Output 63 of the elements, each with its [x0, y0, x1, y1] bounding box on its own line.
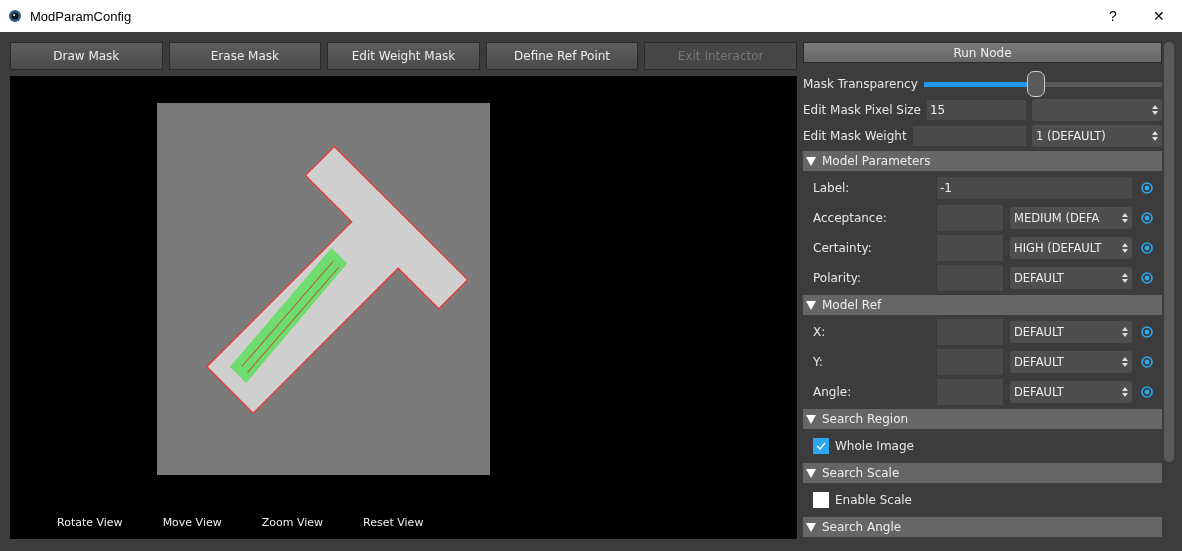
dropdown[interactable]: MEDIUM (DEFA: [1010, 207, 1132, 229]
param-label: Y:: [813, 355, 824, 369]
scrollbar-thumb[interactable]: [1164, 42, 1174, 462]
spin-arrows-icon: [1122, 213, 1128, 223]
run-node-button[interactable]: Run Node: [803, 42, 1162, 64]
window-title: ModParamConfig: [30, 8, 133, 24]
dropdown[interactable]: DEFAULT: [1010, 351, 1132, 373]
checkbox[interactable]: [813, 438, 829, 454]
section-header[interactable]: Search Angle: [803, 517, 1162, 537]
spin-arrows-icon: [1152, 131, 1158, 142]
view-button[interactable]: Rotate View: [57, 516, 123, 529]
input-field[interactable]: 15: [927, 100, 1026, 121]
target-icon[interactable]: [1141, 326, 1153, 338]
toolbar-button[interactable]: Define Ref Point: [485, 42, 639, 70]
toolbar-button[interactable]: Draw Mask: [10, 42, 163, 70]
slider-label: Mask Transparency: [803, 77, 918, 92]
section-title: Search Region: [822, 412, 909, 426]
spin-arrows-icon: [1122, 273, 1128, 283]
param-label: Angle:: [813, 385, 853, 399]
toolbar-button[interactable]: Edit Weight Mask: [327, 42, 480, 70]
slider-handle[interactable]: [1026, 71, 1045, 98]
spin-arrows-icon: [1122, 243, 1128, 253]
dropdown[interactable]: DEFAULT: [1010, 381, 1132, 403]
dropdown[interactable]: 1 (DEFAULT): [1032, 125, 1162, 148]
param-label: Acceptance:: [813, 211, 888, 225]
spin-arrows-icon: [1122, 387, 1128, 397]
section-title: Search Angle: [822, 520, 902, 534]
param-label: X:: [813, 325, 827, 339]
target-icon[interactable]: [1141, 182, 1153, 194]
checkbox-label: Enable Scale: [835, 493, 912, 507]
section-header[interactable]: Model Parameters: [803, 151, 1162, 171]
input-field[interactable]: -1: [937, 177, 1132, 199]
field-label: Edit Mask Pixel Size: [803, 103, 921, 118]
section-title: Search Scale: [822, 466, 900, 480]
dropdown[interactable]: DEFAULT: [1010, 267, 1132, 289]
target-icon[interactable]: [1141, 272, 1153, 284]
target-icon[interactable]: [1141, 242, 1153, 254]
view-button[interactable]: Move View: [162, 516, 222, 529]
target-icon[interactable]: [1141, 386, 1153, 398]
section-header[interactable]: Search Scale: [803, 463, 1162, 483]
section-header[interactable]: Search Region: [803, 409, 1162, 429]
app-eye-icon: [8, 9, 22, 23]
view-button[interactable]: Reset View: [363, 516, 424, 529]
section-title: Model Ref: [822, 298, 882, 312]
checkmark-icon: [816, 442, 826, 450]
spin-arrows-icon: [1122, 357, 1128, 367]
toolbar-button[interactable]: Erase Mask: [168, 42, 322, 70]
param-label: Label:: [813, 181, 851, 195]
checkbox[interactable]: [813, 492, 829, 508]
target-icon[interactable]: [1141, 212, 1153, 224]
section-header[interactable]: Model Ref: [803, 295, 1162, 315]
spin-arrows-icon: [1152, 105, 1158, 116]
param-label: Certainty:: [813, 241, 873, 255]
target-icon[interactable]: [1141, 356, 1153, 368]
section-title: Model Parameters: [822, 154, 931, 168]
checkbox-label: Whole Image: [835, 439, 914, 453]
spin-arrows-icon: [1122, 327, 1128, 337]
transparency-slider[interactable]: [923, 71, 1162, 98]
param-label: Polarity:: [813, 271, 863, 285]
dropdown[interactable]: DEFAULT: [1010, 321, 1132, 343]
field-label: Edit Mask Weight: [803, 129, 907, 144]
dropdown[interactable]: HIGH (DEFAULT: [1010, 237, 1132, 259]
view-button[interactable]: Zoom View: [261, 516, 324, 529]
